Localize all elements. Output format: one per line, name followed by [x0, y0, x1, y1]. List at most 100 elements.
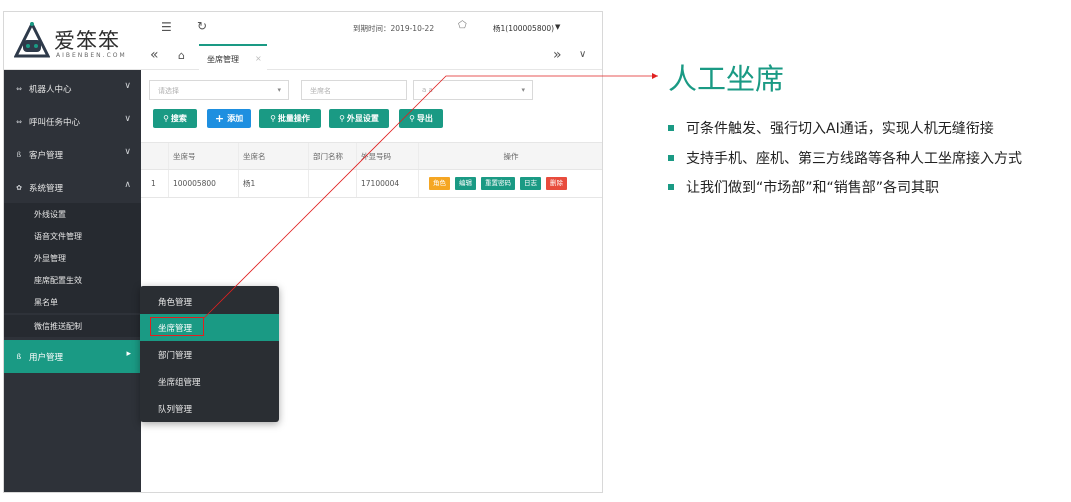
magnifier-icon: ⚲ [163, 114, 169, 123]
delete-action-button[interactable]: 删除 [546, 177, 567, 190]
tag-icon[interactable]: ⬠ [458, 20, 467, 31]
feature-bullet: 让我们做到“市场部”和“销售部”各司其职 [668, 177, 939, 197]
seat-name: 杨1 [239, 170, 309, 197]
sidebar-sub-item[interactable]: 语音文件管理 [4, 225, 141, 247]
input-placeholder: 坐席名 [310, 87, 331, 95]
magnifier-icon: ⚲ [270, 114, 276, 123]
bullet-icon [668, 184, 674, 190]
main-content: 请选择 ▾ 坐席名 a a ▾ ⚲ 搜索 + 添加 ⚲ 批量操作 ⚲ 外显设置 … [141, 70, 602, 492]
sidebar: 爱笨笨 AIBENBEN.COM ⇔ 机器人中心 ∨ ⇔ 呼叫任务中心 ∨ ß … [4, 12, 141, 492]
logo[interactable]: 爱笨笨 AIBENBEN.COM [4, 12, 141, 70]
bullet-text: 支持手机、座机、第三方线路等各种人工坐席接入方式 [686, 151, 1022, 167]
tab-next-button[interactable]: » [553, 47, 562, 63]
sidebar-item-customer[interactable]: ß 客户管理 ∨ [4, 138, 141, 171]
header-cell [141, 143, 169, 169]
feature-bullet: 支持手机、座机、第三方线路等各种人工坐席接入方式 [668, 148, 1022, 168]
top-bar: ☰ ↻ 到期时间：2019-10-22 ⬠ 杨1(100005800) ▼ [141, 12, 602, 44]
display-settings-button[interactable]: ⚲ 外显设置 [329, 109, 389, 128]
sidebar-item-call-task[interactable]: ⇔ 呼叫任务中心 ∨ [4, 105, 141, 138]
gear-icon: ✿ [16, 183, 22, 192]
sidebar-item-label: 机器人中心 [29, 84, 72, 95]
menu-fold-icon[interactable]: ☰ [161, 20, 172, 34]
batch-operation-button[interactable]: ⚲ 批量操作 [259, 109, 321, 128]
export-button[interactable]: ⚲ 导出 [399, 109, 443, 128]
plus-icon: + [214, 112, 225, 125]
sidebar-sub-item[interactable]: 座席配置生效 [4, 269, 141, 291]
bullet-text: 可条件触发、强行切入AI通话，实现人机无缝衔接 [686, 121, 994, 137]
user-name[interactable]: 杨1(100005800) [493, 23, 554, 34]
highlight-box [150, 317, 204, 336]
header-cell: 部门名称 [309, 143, 357, 169]
chevron-down-icon: ∨ [124, 81, 131, 91]
robot-logo-icon [14, 22, 50, 58]
sidebar-sub-item[interactable]: 微信推送配制 [4, 315, 141, 337]
sidebar-sub-item[interactable]: 外显管理 [4, 247, 141, 269]
batch-button-label: 批量操作 [277, 114, 310, 123]
home-icon[interactable]: ⌂ [178, 49, 185, 62]
caret-down-icon: ▾ [277, 86, 281, 94]
customer-icon: ß [16, 150, 22, 159]
expire-date: 到期时间：2019-10-22 [353, 24, 435, 33]
sidebar-item-robot-center[interactable]: ⇔ 机器人中心 ∨ [4, 72, 141, 105]
add-button[interactable]: + 添加 [207, 109, 251, 128]
task-icon: ⇔ [16, 117, 22, 126]
user-management-submenu: 角色管理 坐席管理 部门管理 坐席组管理 队列管理 [140, 286, 279, 422]
sidebar-sub-item[interactable]: 黑名单 [4, 291, 141, 313]
department [309, 170, 357, 197]
chevron-down-icon: ∨ [124, 114, 131, 124]
sidebar-item-label: 用户管理 [29, 352, 64, 363]
header-cell: 外显号码 [357, 143, 419, 169]
refresh-icon[interactable]: ↻ [197, 19, 207, 33]
chevron-up-icon: ∧ [124, 180, 131, 190]
tab-label: 坐席管理 [207, 55, 239, 64]
header-cell: 操作 [419, 143, 602, 169]
robot-icon: ⇔ [16, 84, 22, 93]
feature-bullet: 可条件触发、强行切入AI通话，实现人机无缝衔接 [668, 118, 994, 138]
submenu-item-department[interactable]: 部门管理 [140, 341, 279, 368]
role-action-button[interactable]: 角色 [429, 177, 450, 190]
sidebar-item-user-management[interactable]: ß 用户管理 ▸ [4, 340, 141, 373]
chevron-down-icon[interactable]: ∨ [579, 49, 586, 60]
table-header: 坐席号 坐席名 部门名称 外显号码 操作 [141, 142, 602, 170]
sidebar-sub-item[interactable]: 外线设置 [4, 203, 141, 225]
submenu-item-seat-group[interactable]: 坐席组管理 [140, 368, 279, 395]
sidebar-item-label: 系统管理 [29, 183, 64, 194]
search-button-label: 搜索 [170, 114, 187, 123]
reset-password-button[interactable]: 重置密码 [481, 177, 515, 190]
sidebar-item-system[interactable]: ✿ 系统管理 ∧ [4, 171, 141, 204]
header-cell: 坐席名 [239, 143, 309, 169]
sidebar-item-label: 客户管理 [29, 150, 64, 161]
table-row[interactable]: 1 100005800 杨1 17100004 角色 编辑 重置密码 日志 删除 [141, 170, 602, 198]
caret-down-icon[interactable]: ▼ [555, 23, 560, 31]
bullet-icon [668, 155, 674, 161]
app-window: 爱笨笨 AIBENBEN.COM ⇔ 机器人中心 ∨ ⇔ 呼叫任务中心 ∨ ß … [3, 11, 603, 493]
seat-number: 100005800 [169, 170, 239, 197]
tab-seat-management[interactable]: 坐席管理 × [199, 44, 267, 70]
select-value: a a [422, 86, 433, 94]
export-button-label: 导出 [416, 114, 433, 123]
filter-select-2[interactable]: a a ▾ [413, 80, 533, 100]
search-button[interactable]: ⚲ 搜索 [153, 109, 197, 128]
logo-title: 爱笨笨 [54, 29, 120, 53]
tab-bar: « ⌂ 坐席管理 × » ∨ [141, 44, 602, 70]
header-cell: 坐席号 [169, 143, 239, 169]
filter-select[interactable]: 请选择 ▾ [149, 80, 289, 100]
close-icon[interactable]: × [255, 54, 262, 63]
log-action-button[interactable]: 日志 [520, 177, 541, 190]
display-number: 17100004 [357, 170, 419, 197]
chevron-right-icon: ▸ [126, 349, 131, 359]
seat-name-input[interactable]: 坐席名 [301, 80, 407, 100]
user-icon: ß [16, 352, 22, 361]
bullet-text: 让我们做到“市场部”和“销售部”各司其职 [686, 180, 940, 196]
bullet-icon [668, 125, 674, 131]
logo-subtitle: AIBENBEN.COM [56, 52, 127, 59]
display-button-label: 外显设置 [346, 114, 379, 123]
tab-prev-button[interactable]: « [150, 47, 159, 63]
chevron-down-icon: ∨ [124, 147, 131, 157]
magnifier-icon: ⚲ [339, 114, 345, 123]
edit-action-button[interactable]: 编辑 [455, 177, 476, 190]
submenu-item-queue[interactable]: 队列管理 [140, 395, 279, 422]
caret-down-icon: ▾ [521, 86, 525, 94]
select-value: 请选择 [158, 87, 179, 95]
submenu-item-role[interactable]: 角色管理 [140, 288, 279, 315]
